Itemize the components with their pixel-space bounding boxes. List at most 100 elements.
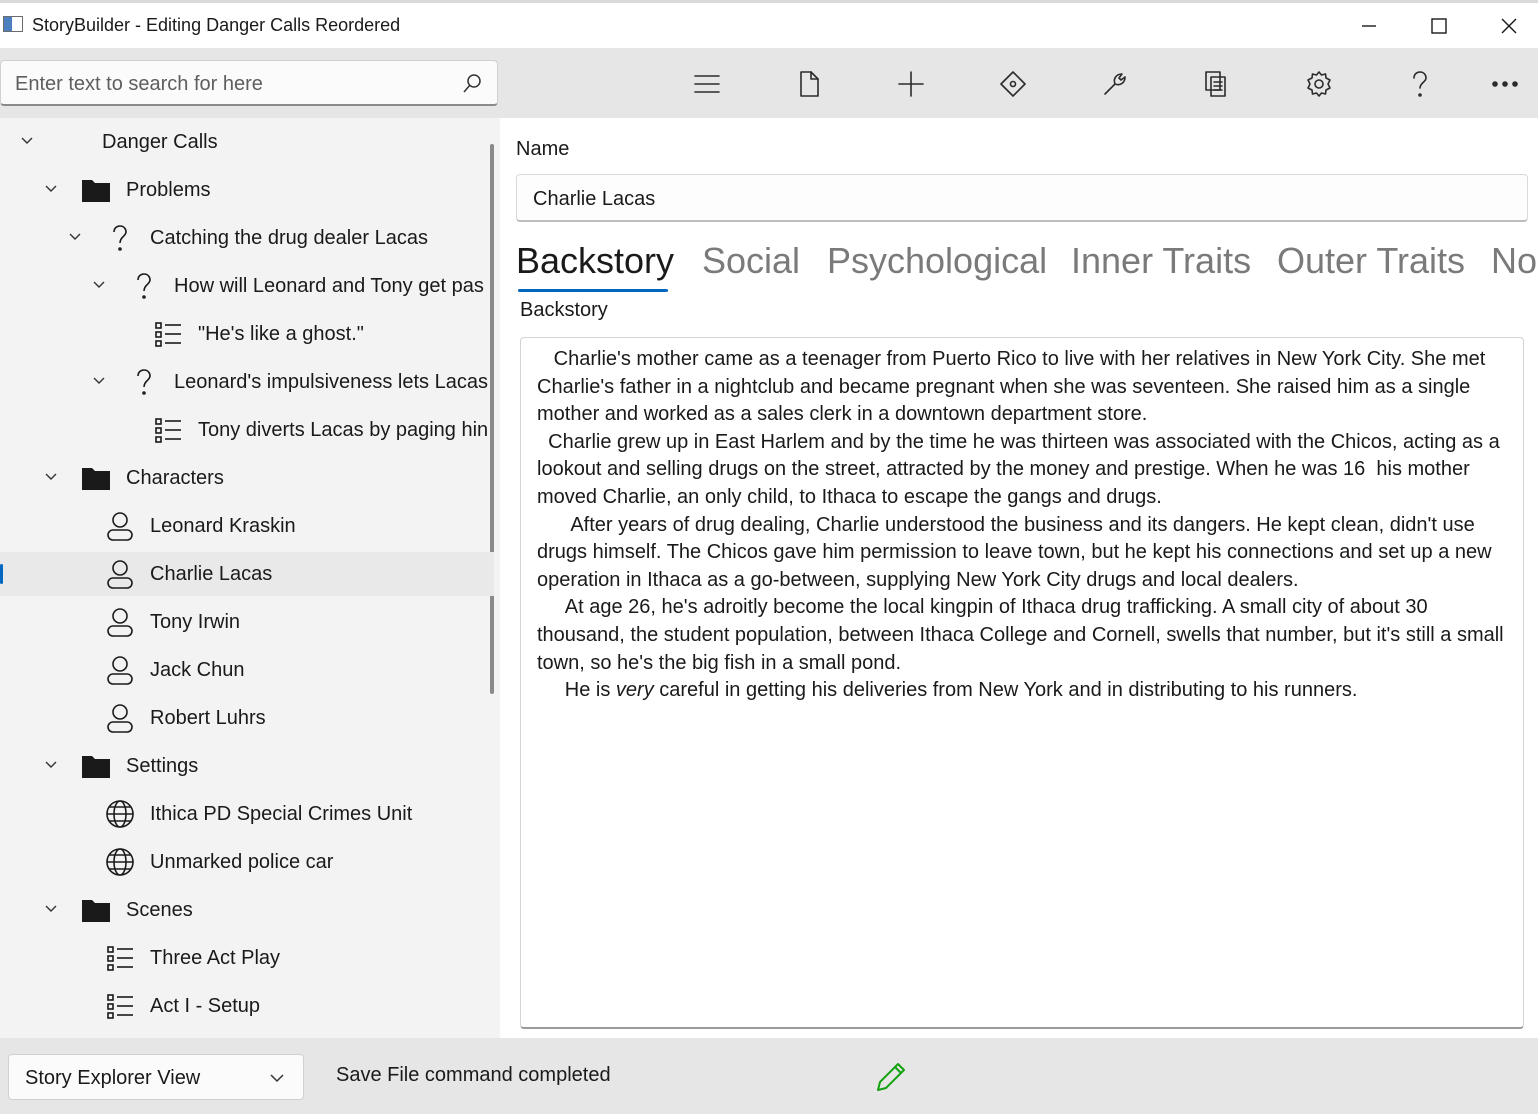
tree-node-scene[interactable]: Three Act Play (0, 936, 494, 980)
tree-node-problem[interactable]: How will Leonard and Tony get pas (0, 264, 494, 308)
chevron-down-icon[interactable] (92, 374, 106, 388)
tree-node-label: Settings (126, 755, 199, 777)
window-title: StoryBuilder - Editing Danger Calls Reor… (32, 15, 401, 35)
maximize-icon (1431, 17, 1447, 34)
story-explorer-tree: Danger Calls Problems Catching the drug … (0, 118, 500, 1038)
close-icon (1501, 18, 1517, 33)
tree-node-scene[interactable]: "He's like a ghost." (0, 312, 494, 356)
backstory-paragraph: Charlie's mother came as a teenager from… (537, 348, 1491, 426)
tree-node-scene[interactable]: Act I - Setup (0, 984, 494, 1028)
view-selector-value: Story Explorer View (25, 1067, 201, 1089)
add-icon (898, 71, 924, 97)
tab-notes[interactable]: No (1491, 240, 1537, 282)
folder-icon (80, 894, 112, 926)
view-selector[interactable]: Story Explorer View (8, 1054, 304, 1100)
move-icon (1000, 71, 1026, 97)
problem-question-icon (128, 366, 160, 398)
tree-node-label: Danger Calls (102, 131, 218, 153)
chevron-down-icon[interactable] (20, 134, 34, 148)
name-label: Name (516, 138, 570, 160)
tree-node-problem[interactable]: Catching the drug dealer Lacas (0, 216, 494, 260)
folder-icon (80, 174, 112, 206)
add-button[interactable] (889, 62, 933, 106)
active-tab-indicator (518, 289, 668, 292)
menu-icon (694, 75, 720, 93)
settings-icon (1307, 71, 1331, 97)
backstory-text: careful in getting his deliveries from N… (653, 679, 1358, 702)
more-button[interactable] (1483, 62, 1527, 106)
close-button[interactable] (1474, 3, 1538, 48)
chevron-down-icon[interactable] (44, 470, 58, 484)
tools-button[interactable] (1093, 62, 1137, 106)
chevron-down-icon[interactable] (44, 758, 58, 772)
pencil-edit-icon[interactable] (874, 1060, 908, 1099)
tree-node-settings[interactable]: Settings (0, 744, 494, 788)
tree-node-character[interactable]: Tony Irwin (0, 600, 494, 644)
tree-node-character-selected[interactable]: Charlie Lacas (0, 552, 494, 596)
name-field[interactable]: Charlie Lacas (516, 174, 1528, 222)
more-icon (1492, 81, 1518, 87)
tree-node-character[interactable]: Jack Chun (0, 648, 494, 692)
minimize-icon (1362, 24, 1376, 27)
tab-outer-traits[interactable]: Outer Traits (1277, 240, 1465, 282)
tree-node-problems[interactable]: Problems (0, 168, 494, 212)
status-message: Save File command completed (336, 1064, 611, 1086)
tree-node-label: Act I - Setup (150, 995, 261, 1017)
chevron-down-icon (269, 1071, 285, 1089)
tree-node-label: Problems (126, 179, 211, 201)
tree-node-setting[interactable]: Ithica PD Special Crimes Unit (0, 792, 494, 836)
reports-button[interactable] (1194, 62, 1238, 106)
chevron-down-icon[interactable] (44, 182, 58, 196)
help-button[interactable] (1398, 62, 1442, 106)
character-editor: Name Charlie Lacas Backstory Social Psyc… (500, 118, 1538, 1038)
tree-node-character[interactable]: Robert Luhrs (0, 696, 494, 740)
backstory-textarea[interactable]: Charlie's mother came as a teenager from… (520, 337, 1524, 1029)
person-icon (104, 606, 136, 638)
minimize-button[interactable] (1334, 3, 1404, 48)
name-value: Charlie Lacas (533, 188, 656, 210)
tree-node-label: Catching the drug dealer Lacas (150, 227, 428, 249)
chevron-down-icon[interactable] (92, 278, 106, 292)
maximize-button[interactable] (1404, 3, 1474, 48)
tree-node-characters[interactable]: Characters (0, 456, 494, 500)
tree-node-character[interactable]: Leonard Kraskin (0, 504, 494, 548)
search-input[interactable]: Enter text to search for here (0, 60, 498, 106)
tab-social[interactable]: Social (702, 240, 800, 282)
globe-icon (104, 798, 136, 830)
help-icon (1413, 71, 1427, 97)
search-icon[interactable] (461, 73, 483, 95)
tree-node-setting[interactable]: Unmarked police car (0, 840, 494, 884)
tab-inner-traits[interactable]: Inner Traits (1071, 240, 1251, 282)
tree-node-scene[interactable]: Tony diverts Lacas by paging hin (0, 408, 494, 452)
menu-button[interactable] (685, 62, 729, 106)
person-icon (104, 654, 136, 686)
backstory-paragraph: He is very careful in getting his delive… (537, 677, 1517, 705)
tab-psychological[interactable]: Psychological (827, 240, 1047, 282)
tree-node-label: "He's like a ghost." (198, 323, 364, 345)
folder-icon (80, 750, 112, 782)
scene-list-icon (152, 318, 184, 350)
chevron-down-icon[interactable] (68, 230, 82, 244)
problem-question-icon (128, 270, 160, 302)
chevron-down-icon[interactable] (44, 902, 58, 916)
move-button[interactable] (991, 62, 1035, 106)
tab-backstory[interactable]: Backstory (516, 240, 674, 282)
tree-node-label: Ithica PD Special Crimes Unit (150, 803, 413, 825)
tree-node-root[interactable]: Danger Calls (0, 120, 494, 164)
settings-button[interactable] (1297, 62, 1341, 106)
status-bar: Story Explorer View Save File command co… (0, 1038, 1538, 1114)
tree-node-label: Charlie Lacas (150, 563, 273, 585)
tree-node-scenes[interactable]: Scenes (0, 888, 494, 932)
new-file-button[interactable] (787, 62, 831, 106)
backstory-paragraph: Charlie grew up in East Harlem and by th… (537, 430, 1506, 508)
app-icon (3, 16, 23, 32)
tree-node-label: Leonard's impulsiveness lets Lacas (174, 371, 488, 393)
backstory-paragraph: After years of drug dealing, Charlie und… (537, 513, 1498, 591)
scene-list-icon (104, 942, 136, 974)
backstory-text: He is (537, 679, 616, 702)
backstory-paragraph: At age 26, he's adroitly become the loca… (537, 596, 1510, 674)
tree-node-label: Characters (126, 467, 224, 489)
tree-node-problem[interactable]: Leonard's impulsiveness lets Lacas (0, 360, 494, 404)
tree-node-label: Robert Luhrs (150, 707, 266, 729)
backstory-label: Backstory (520, 299, 608, 321)
